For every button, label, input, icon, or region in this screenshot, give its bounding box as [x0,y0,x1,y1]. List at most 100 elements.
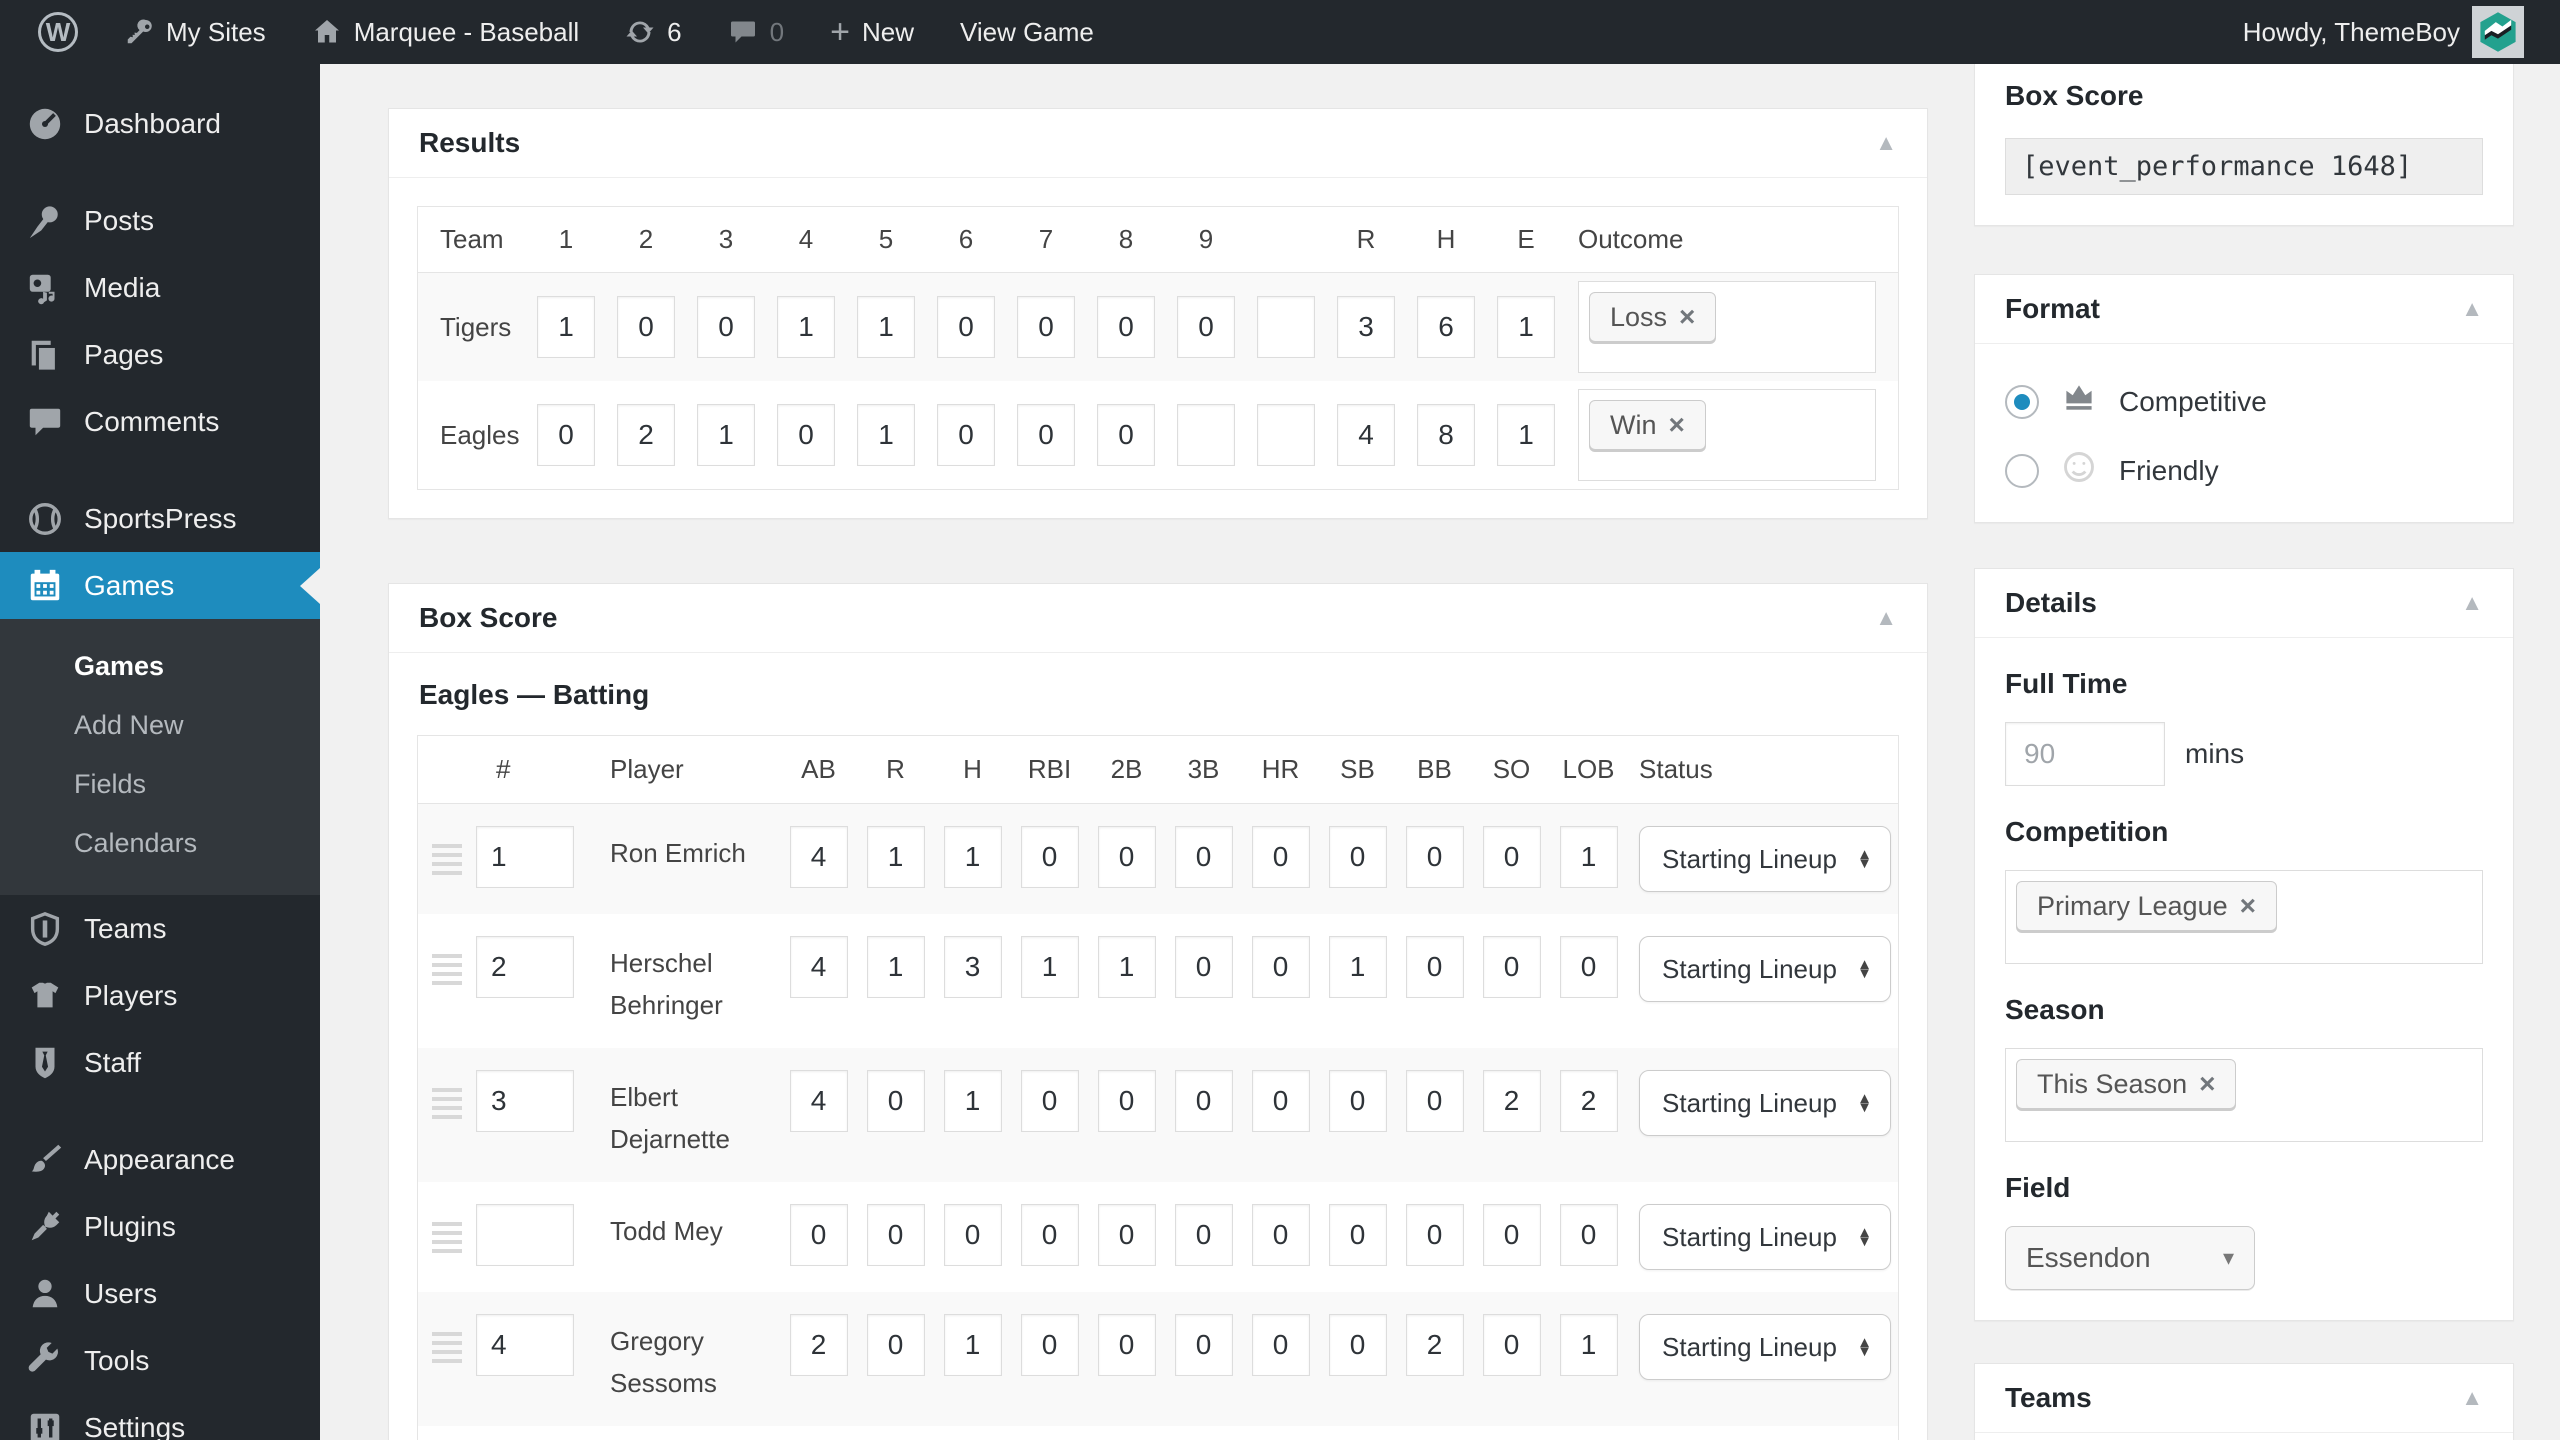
site-menu[interactable]: Marquee - Baseball [296,0,595,64]
sidebar-item-players[interactable]: Players [0,962,320,1029]
stat-input[interactable] [789,1314,848,1376]
stat-input[interactable] [1251,1314,1310,1376]
inning-input[interactable] [697,296,755,358]
stat-input[interactable] [1559,1314,1618,1376]
stat-input[interactable] [1020,936,1079,998]
stat-input[interactable] [1405,1314,1464,1376]
inning-input[interactable] [777,404,835,466]
stat-input[interactable] [1174,936,1233,998]
stat-input[interactable] [866,936,925,998]
stat-input[interactable] [1482,1314,1541,1376]
remove-icon[interactable]: × [1669,409,1685,441]
stat-input[interactable] [789,826,848,888]
status-select[interactable]: Starting Lineup ▲ ▼ [1639,826,1891,892]
stat-input[interactable] [1405,1204,1464,1266]
status-select[interactable]: Starting Lineup ▲ ▼ [1639,1314,1891,1380]
stat-input[interactable] [1251,1070,1310,1132]
stat-input[interactable] [1174,826,1233,888]
hits-input[interactable] [1417,296,1475,358]
stat-input[interactable] [1020,1070,1079,1132]
sidebar-item-plugins[interactable]: Plugins [0,1193,320,1260]
stat-input[interactable] [943,1204,1002,1266]
wp-logo-menu[interactable]: W [22,0,94,64]
competition-chip[interactable]: Primary League × [2016,881,2277,931]
season-box[interactable]: This Season × [2005,1048,2483,1142]
stat-input[interactable] [1328,1204,1387,1266]
format-option-friendly[interactable]: Friendly [2005,449,2483,492]
collapse-icon[interactable]: ▲ [2461,1387,2483,1409]
stat-input[interactable] [1020,1204,1079,1266]
stat-input[interactable] [1482,826,1541,888]
runs-input[interactable] [1337,296,1395,358]
inning-input[interactable] [1017,404,1075,466]
player-number-input[interactable] [476,1314,574,1376]
stat-input[interactable] [1405,1070,1464,1132]
inning-input[interactable] [617,404,675,466]
drag-handle[interactable] [432,1088,462,1119]
drag-handle[interactable] [432,954,462,985]
stat-input[interactable] [1097,936,1156,998]
stat-input[interactable] [1559,1070,1618,1132]
sidebar-item-dashboard[interactable]: Dashboard [0,90,320,157]
submenu-item-games[interactable]: Games [0,637,320,696]
inning-input[interactable] [1177,404,1235,466]
sidebar-item-sportspress[interactable]: SportsPress [0,485,320,552]
sidebar-item-appearance[interactable]: Appearance [0,1126,320,1193]
shortcode-input[interactable] [2005,138,2483,195]
outcome-box[interactable]: Win × [1578,389,1876,481]
outcome-chip[interactable]: Loss × [1589,292,1717,342]
new-content-menu[interactable]: + New [814,0,930,64]
submenu-item-fields[interactable]: Fields [0,755,320,814]
inning-input[interactable] [777,296,835,358]
inning-input[interactable] [1017,296,1075,358]
inning-input[interactable] [1177,296,1235,358]
stat-input[interactable] [1482,936,1541,998]
stat-input[interactable] [866,1314,925,1376]
stat-input[interactable] [1328,826,1387,888]
player-number-input[interactable] [476,1204,574,1266]
radio-unchecked-icon[interactable] [2005,453,2039,488]
inning-input[interactable] [1257,296,1315,358]
drag-handle[interactable] [432,1222,462,1253]
player-number-input[interactable] [476,826,574,888]
stat-input[interactable] [943,936,1002,998]
outcome-box[interactable]: Loss × [1578,281,1876,373]
submenu-item-add-new[interactable]: Add New [0,696,320,755]
sidebar-item-staff[interactable]: Staff [0,1029,320,1096]
inning-input[interactable] [617,296,675,358]
stat-input[interactable] [1482,1070,1541,1132]
stat-input[interactable] [1097,1070,1156,1132]
sidebar-item-pages[interactable]: Pages [0,321,320,388]
stat-input[interactable] [1559,826,1618,888]
sidebar-item-tools[interactable]: Tools [0,1327,320,1394]
drag-handle[interactable] [432,1332,462,1363]
stat-input[interactable] [1251,826,1310,888]
inning-input[interactable] [857,404,915,466]
sidebar-item-users[interactable]: Users [0,1260,320,1327]
account-menu[interactable]: Howdy, ThemeBoy [2227,0,2540,64]
stat-input[interactable] [1097,826,1156,888]
stat-input[interactable] [1097,1204,1156,1266]
full-time-input[interactable] [2005,722,2165,786]
inning-input[interactable] [1097,296,1155,358]
remove-icon[interactable]: × [2199,1068,2215,1100]
stat-input[interactable] [1251,936,1310,998]
stat-input[interactable] [943,1070,1002,1132]
drag-handle[interactable] [432,844,462,875]
updates-menu[interactable]: 6 [609,0,697,64]
status-select[interactable]: Starting Lineup ▲ ▼ [1639,936,1891,1002]
remove-icon[interactable]: × [2240,890,2256,922]
comments-menu[interactable]: 0 [712,0,800,64]
submenu-item-calendars[interactable]: Calendars [0,814,320,873]
competition-box[interactable]: Primary League × [2005,870,2483,964]
collapse-icon[interactable]: ▲ [2461,298,2483,320]
errors-input[interactable] [1497,296,1555,358]
stat-input[interactable] [1405,936,1464,998]
runs-input[interactable] [1337,404,1395,466]
player-number-input[interactable] [476,936,574,998]
view-game-link[interactable]: View Game [944,0,1110,64]
stat-input[interactable] [1328,936,1387,998]
stat-input[interactable] [1251,1204,1310,1266]
stat-input[interactable] [1328,1314,1387,1376]
stat-input[interactable] [1174,1204,1233,1266]
